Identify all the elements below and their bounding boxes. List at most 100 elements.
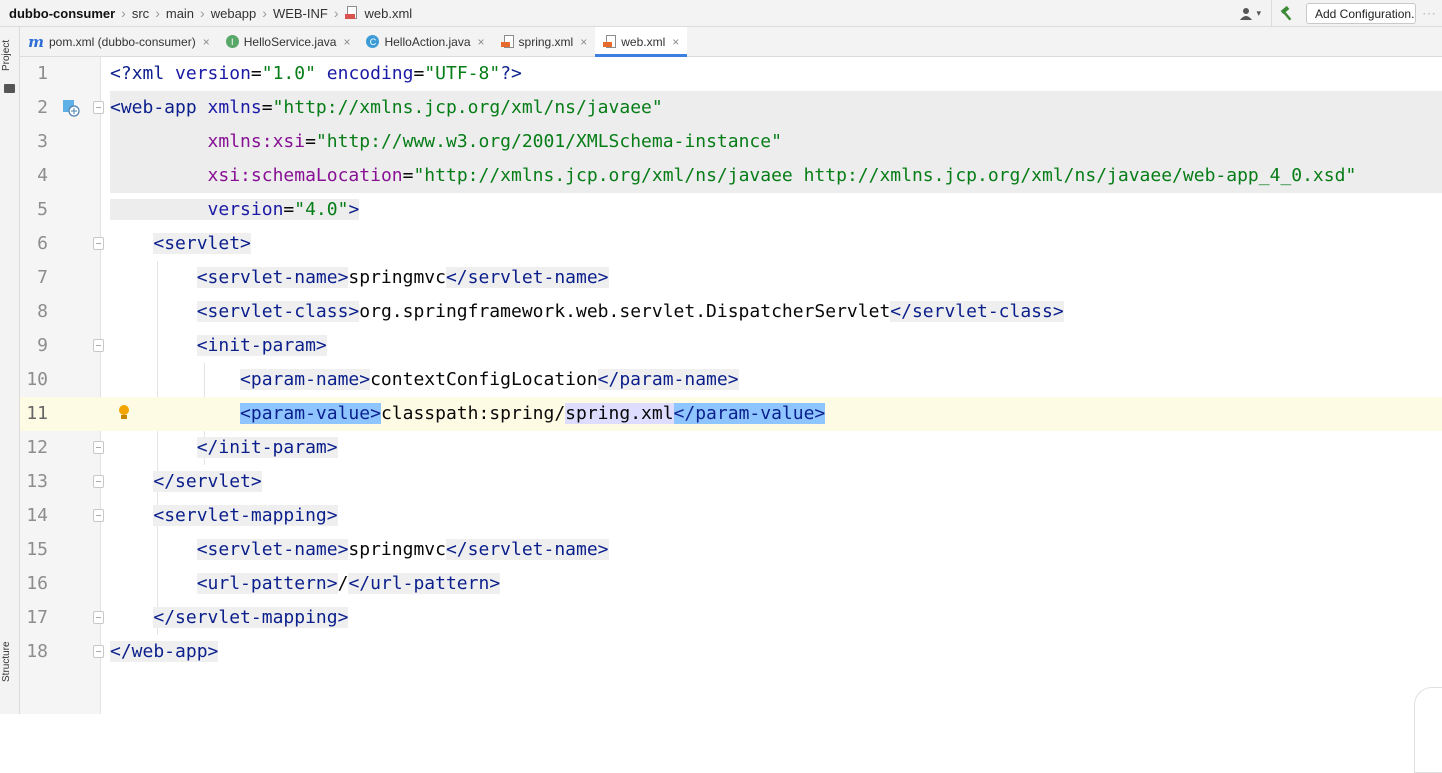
tab-label: spring.xml	[518, 34, 574, 49]
breadcrumb-src[interactable]: src	[128, 6, 153, 21]
fold-toggle-icon[interactable]	[93, 611, 104, 624]
code-text: </servlet-mapping>	[153, 607, 349, 628]
interface-icon: I	[225, 35, 239, 48]
code-text: <?xml version="1.0" encoding="UTF-8"?>	[110, 63, 522, 84]
code-text: <servlet-class>org.springframework.web.s…	[196, 301, 1064, 322]
fold-toggle-icon[interactable]	[93, 441, 104, 454]
tab-label: web.xml	[621, 34, 666, 49]
code-line: 7 <servlet-name>springmvc</servlet-name>	[20, 261, 1442, 295]
breadcrumb-file[interactable]: web.xml	[361, 6, 417, 21]
project-tool-window-tab[interactable]: Project	[1, 31, 19, 79]
add-configuration-button[interactable]: Add Configuration...	[1306, 3, 1416, 24]
breadcrumb-separator: ›	[200, 5, 205, 21]
breadcrumb-separator: ›	[121, 5, 126, 21]
code-line: 8 <servlet-class>org.springframework.web…	[20, 295, 1442, 329]
code-line: 5 version="4.0">	[20, 193, 1442, 227]
structure-tool-window-tab[interactable]: Structure	[1, 632, 19, 692]
code-line: 1 <?xml version="1.0" encoding="UTF-8"?>	[20, 57, 1442, 91]
code-text: <servlet-mapping>	[153, 505, 338, 526]
line-number: 7	[37, 267, 48, 288]
toolbar-right: ▾ Add Configuration... ⋯	[1230, 0, 1442, 27]
fold-toggle-icon[interactable]	[93, 237, 104, 250]
code-text: </web-app>	[110, 641, 219, 662]
line-number: 6	[37, 233, 48, 254]
navigation-bar: dubbo-consumer › src › main › webapp › W…	[0, 0, 1442, 27]
breadcrumb-separator: ›	[155, 5, 160, 21]
code-text: <param-name>contextConfigLocation</param…	[240, 369, 739, 390]
tab-pom-xml[interactable]: m pom.xml (dubbo-consumer) ×	[20, 27, 218, 56]
class-icon: C	[366, 35, 380, 48]
xml-file-icon	[344, 6, 359, 20]
code-line: 4 xsi:schemaLocation="http://xmlns.jcp.o…	[20, 159, 1442, 193]
code-text: <url-pattern>/</url-pattern>	[196, 573, 501, 594]
editor-tab-bar: m pom.xml (dubbo-consumer) × I HelloServ…	[20, 27, 1442, 57]
line-number: 2	[37, 97, 48, 118]
fold-toggle-icon[interactable]	[93, 339, 104, 352]
folder-icon	[4, 84, 15, 93]
breadcrumb-webapp[interactable]: webapp	[207, 6, 261, 21]
line-number: 11	[26, 403, 48, 424]
line-number: 18	[26, 641, 48, 662]
breadcrumb: dubbo-consumer › src › main › webapp › W…	[0, 0, 416, 26]
line-number: 4	[37, 165, 48, 186]
line-number: 1	[37, 63, 48, 84]
fold-toggle-icon[interactable]	[93, 509, 104, 522]
toolbar-overflow-icon[interactable]: ⋯	[1422, 5, 1442, 22]
hammer-icon[interactable]	[1271, 0, 1302, 27]
code-text: </init-param>	[196, 437, 338, 458]
web-descriptor-icon[interactable]	[62, 99, 80, 117]
code-line: 6 <servlet>	[20, 227, 1442, 261]
tab-web-xml[interactable]: web.xml ×	[595, 27, 688, 57]
breadcrumb-main[interactable]: main	[162, 6, 198, 21]
line-number: 14	[26, 505, 48, 526]
code-line: 13 </servlet>	[20, 465, 1442, 499]
breadcrumb-separator: ›	[262, 5, 267, 21]
line-number: 9	[37, 335, 48, 356]
line-number: 17	[26, 607, 48, 628]
line-number: 12	[26, 437, 48, 458]
tab-label: HelloService.java	[243, 34, 337, 49]
editor-scroll-corner	[1414, 687, 1442, 773]
code-line: 17 </servlet-mapping>	[20, 601, 1442, 635]
code-text: xsi:schemaLocation="http://xmlns.jcp.org…	[110, 159, 1442, 193]
xml-file-icon	[500, 35, 514, 48]
code-text: <init-param>	[196, 335, 327, 356]
user-icon[interactable]: ▾	[1230, 0, 1271, 27]
code-text: xmlns:xsi="http://www.w3.org/2001/XMLSch…	[110, 125, 1442, 159]
breadcrumb-separator: ›	[333, 5, 339, 21]
code-line: 9 <init-param>	[20, 329, 1442, 363]
xml-file-icon	[603, 35, 617, 48]
code-line: 3 xmlns:xsi="http://www.w3.org/2001/XMLS…	[20, 125, 1442, 159]
code-line: 10 <param-name>contextConfigLocation</pa…	[20, 363, 1442, 397]
line-number: 3	[37, 131, 48, 152]
fold-toggle-icon[interactable]	[93, 645, 104, 658]
line-number: 16	[26, 573, 48, 594]
close-icon[interactable]: ×	[343, 35, 350, 49]
line-number: 5	[37, 199, 48, 220]
code-text: <servlet-name>springmvc</servlet-name>	[196, 267, 609, 288]
maven-icon: m	[28, 32, 44, 51]
code-line-current: 11 <param-value>classpath:spring/spring.…	[20, 397, 1442, 431]
line-number: 13	[26, 471, 48, 492]
tab-label: HelloAction.java	[384, 34, 471, 49]
close-icon[interactable]: ×	[203, 35, 210, 49]
code-text: <servlet-name>springmvc</servlet-name>	[196, 539, 609, 560]
close-icon[interactable]: ×	[478, 35, 485, 49]
line-number: 8	[37, 301, 48, 322]
close-icon[interactable]: ×	[672, 35, 679, 49]
code-line: 12 </init-param>	[20, 431, 1442, 465]
code-line: 18 </web-app>	[20, 635, 1442, 669]
tab-helloaction-java[interactable]: C HelloAction.java ×	[358, 27, 492, 56]
tab-helloservice-java[interactable]: I HelloService.java ×	[218, 27, 359, 56]
code-line: 2 <web-app xmlns="http://xmlns.jcp.org/x…	[20, 91, 1442, 125]
code-text: <web-app xmlns="http://xmlns.jcp.org/xml…	[110, 91, 1442, 125]
tab-spring-xml[interactable]: spring.xml ×	[493, 27, 596, 56]
tab-label: pom.xml (dubbo-consumer)	[49, 34, 196, 49]
fold-toggle-icon[interactable]	[93, 475, 104, 488]
code-editor[interactable]: 1 <?xml version="1.0" encoding="UTF-8"?>…	[20, 57, 1442, 773]
breadcrumb-web-inf[interactable]: WEB-INF	[269, 6, 332, 21]
code-line: 16 <url-pattern>/</url-pattern>	[20, 567, 1442, 601]
close-icon[interactable]: ×	[580, 35, 587, 49]
fold-toggle-icon[interactable]	[93, 101, 104, 114]
breadcrumb-project[interactable]: dubbo-consumer	[0, 6, 119, 21]
